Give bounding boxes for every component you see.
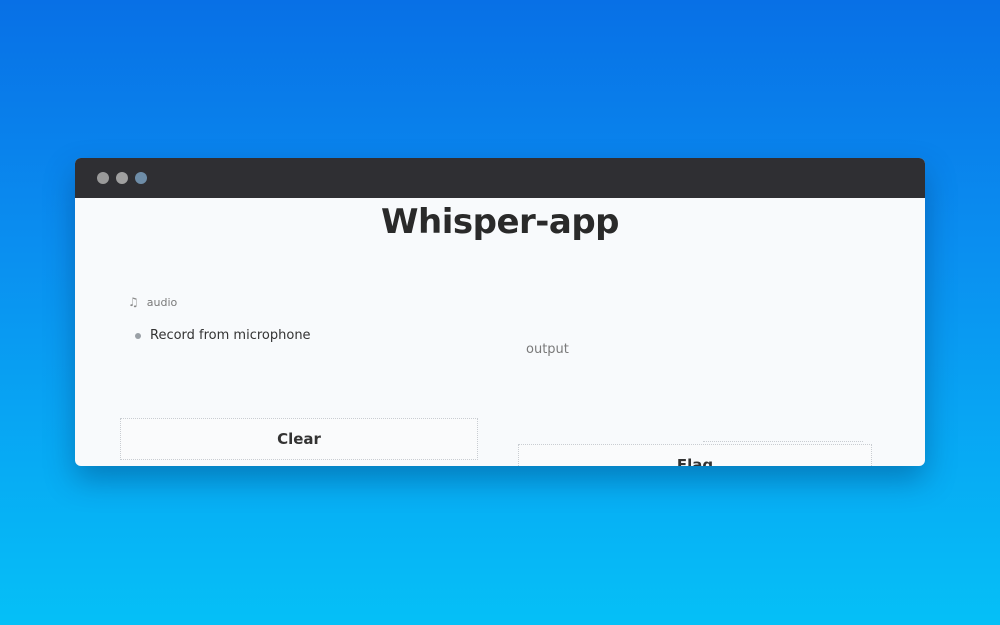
page-title: Whisper-app <box>381 202 620 242</box>
music-note-icon: ♫ <box>128 295 139 309</box>
window-titlebar <box>75 158 925 198</box>
output-label: output <box>526 342 569 357</box>
audio-input-label: ♫ audio <box>128 295 177 309</box>
window-maximize-dot[interactable] <box>135 172 147 184</box>
record-from-microphone-button[interactable]: Record from microphone <box>135 328 311 343</box>
audio-label-text: audio <box>146 295 178 309</box>
record-dot-icon <box>135 332 141 339</box>
flag-button[interactable]: Flag <box>518 444 872 466</box>
app-window: Whisper-app ♫ audio Record from micropho… <box>75 158 925 466</box>
window-minimize-dot[interactable] <box>116 172 128 184</box>
flag-button-border <box>703 441 863 442</box>
record-label: Record from microphone <box>150 328 311 343</box>
window-close-dot[interactable] <box>97 172 109 184</box>
app-content: Whisper-app ♫ audio Record from micropho… <box>75 198 925 466</box>
clear-button[interactable]: Clear <box>120 418 478 460</box>
